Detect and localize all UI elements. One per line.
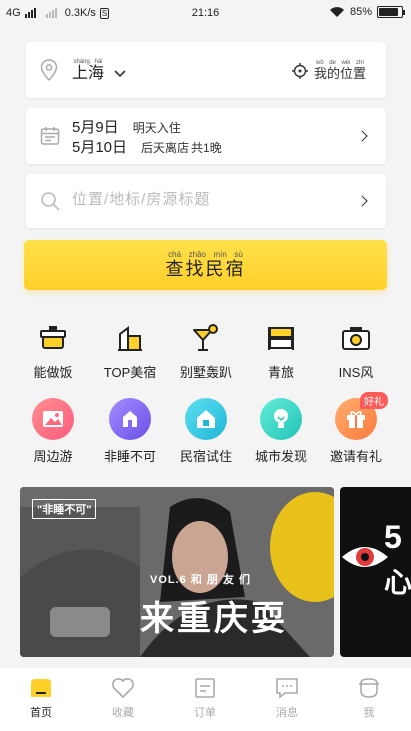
banner-subtitle: VOL.6 和 朋 友 们 xyxy=(150,574,252,586)
category-label: 城市发现 xyxy=(254,449,307,464)
logo-n-icon xyxy=(109,398,151,440)
city-name: 上海 xyxy=(72,65,105,82)
dates-card[interactable]: 5月9日 明天入住 5月10日 后天离店 共1晚 xyxy=(26,108,386,164)
category-label: 民宿试住 xyxy=(179,449,232,464)
category-city-discovery[interactable]: 城市发现 xyxy=(245,398,317,465)
category-cooking[interactable]: 能做饭 xyxy=(17,320,89,381)
category-label: INS风 xyxy=(338,365,374,380)
tab-label: 订单 xyxy=(194,707,216,719)
gift-badge: 好礼 xyxy=(360,392,388,409)
tab-label: 收藏 xyxy=(112,707,134,719)
wifi-icon xyxy=(329,7,344,17)
chevron-down-icon xyxy=(114,70,127,78)
banner-tag: "非睡不可" xyxy=(32,499,97,519)
message-icon xyxy=(274,676,300,700)
category-label: 别墅轰趴 xyxy=(179,365,232,380)
banner-side-text2: 心 xyxy=(384,567,411,598)
category-label: 青旅 xyxy=(267,365,294,380)
category-label: 周边游 xyxy=(33,449,73,464)
tab-messages[interactable]: 消息 xyxy=(257,676,317,720)
category-hostel[interactable]: 青旅 xyxy=(245,320,317,381)
city-pinyin: shàng hǎi xyxy=(72,59,104,65)
checkin-tip: 明天入住 xyxy=(132,121,181,135)
category-label: 能做饭 xyxy=(33,365,73,380)
search-input[interactable]: 位置/地标/房源标题 xyxy=(72,188,210,209)
find-homestay-button[interactable]: 查找民宿chá zhǎo mín sù xyxy=(24,240,387,290)
calendar-icon xyxy=(40,127,60,145)
category-villa-party[interactable]: 别墅轰趴 xyxy=(170,320,242,381)
profile-icon xyxy=(356,676,382,700)
battery-percent: 85% xyxy=(349,6,372,18)
chevron-right-icon xyxy=(356,195,368,207)
find-button-label: 查找民宿 xyxy=(165,258,246,279)
home-icon xyxy=(28,676,54,700)
tab-favorites[interactable]: 收藏 xyxy=(93,676,153,720)
category-trial-stay[interactable]: 民宿试住 xyxy=(170,398,242,465)
eye-icon xyxy=(342,547,388,567)
tab-label: 首页 xyxy=(30,707,52,719)
tab-label: 消息 xyxy=(276,707,298,719)
bottom-tab-bar: 首页 收藏 订单 消息 我 xyxy=(0,667,411,731)
order-icon xyxy=(192,676,218,700)
tab-home[interactable]: 首页 xyxy=(11,676,71,720)
city-selector[interactable]: 上海shàng hǎi xyxy=(72,59,127,83)
banner-side-text: 5 xyxy=(384,519,402,555)
location-card[interactable]: 上海shàng hǎi 我的位置wǒ de wèi zhì xyxy=(26,42,386,98)
checkout-date: 5月10日 xyxy=(72,139,128,156)
cocktail-icon xyxy=(186,320,226,356)
search-card[interactable]: 位置/地标/房源标题 xyxy=(26,174,386,228)
tab-profile[interactable]: 我 xyxy=(339,676,399,720)
category-invite-gift[interactable]: 好礼 邀请有礼 xyxy=(320,392,392,465)
nights-count: 共1晚 xyxy=(191,141,222,155)
crosshair-icon xyxy=(291,63,308,79)
pot-icon xyxy=(33,320,73,356)
bunkbed-icon xyxy=(261,320,301,356)
find-button-pinyin: chá zhǎo mín sù xyxy=(165,249,246,259)
category-label: 邀请有礼 xyxy=(329,449,382,464)
checkout-tip: 后天离店 xyxy=(141,141,190,155)
my-position-button[interactable]: 我的位置wǒ de wèi zhì xyxy=(291,60,366,82)
checkin-date: 5月9日 xyxy=(72,119,119,136)
heart-icon xyxy=(110,676,136,700)
battery-icon xyxy=(377,6,405,18)
category-top[interactable]: TOP美宿 xyxy=(94,320,166,381)
house-icon xyxy=(185,398,227,440)
category-label: TOP美宿 xyxy=(103,365,157,380)
tab-orders[interactable]: 订单 xyxy=(175,676,235,720)
my-position-label: 我的位置 xyxy=(313,66,366,81)
chevron-right-icon xyxy=(356,130,368,142)
category-nearby-trip[interactable]: 周边游 xyxy=(17,398,89,465)
category-ins-style[interactable]: INS风 xyxy=(320,320,392,381)
status-bar: 4G 0.3K/s S 21:16 85% xyxy=(0,0,411,28)
building-icon xyxy=(110,320,150,356)
my-position-pinyin: wǒ de wèi zhì xyxy=(313,60,366,66)
location-pin-icon xyxy=(40,59,58,81)
banner-title: 来重庆耍 xyxy=(140,599,288,639)
camera-icon xyxy=(336,320,376,356)
banner-secondary[interactable]: 5 心 xyxy=(340,487,411,657)
bulb-icon xyxy=(260,398,302,440)
search-icon xyxy=(41,192,60,211)
landscape-icon xyxy=(32,398,74,440)
tab-label: 我 xyxy=(363,707,375,719)
banner-chongqing[interactable]: "非睡不可" VOL.6 和 朋 友 们 来重庆耍 xyxy=(20,487,334,657)
category-must-sleep[interactable]: 非睡不可 xyxy=(94,398,166,465)
category-label: 非睡不可 xyxy=(103,449,156,464)
